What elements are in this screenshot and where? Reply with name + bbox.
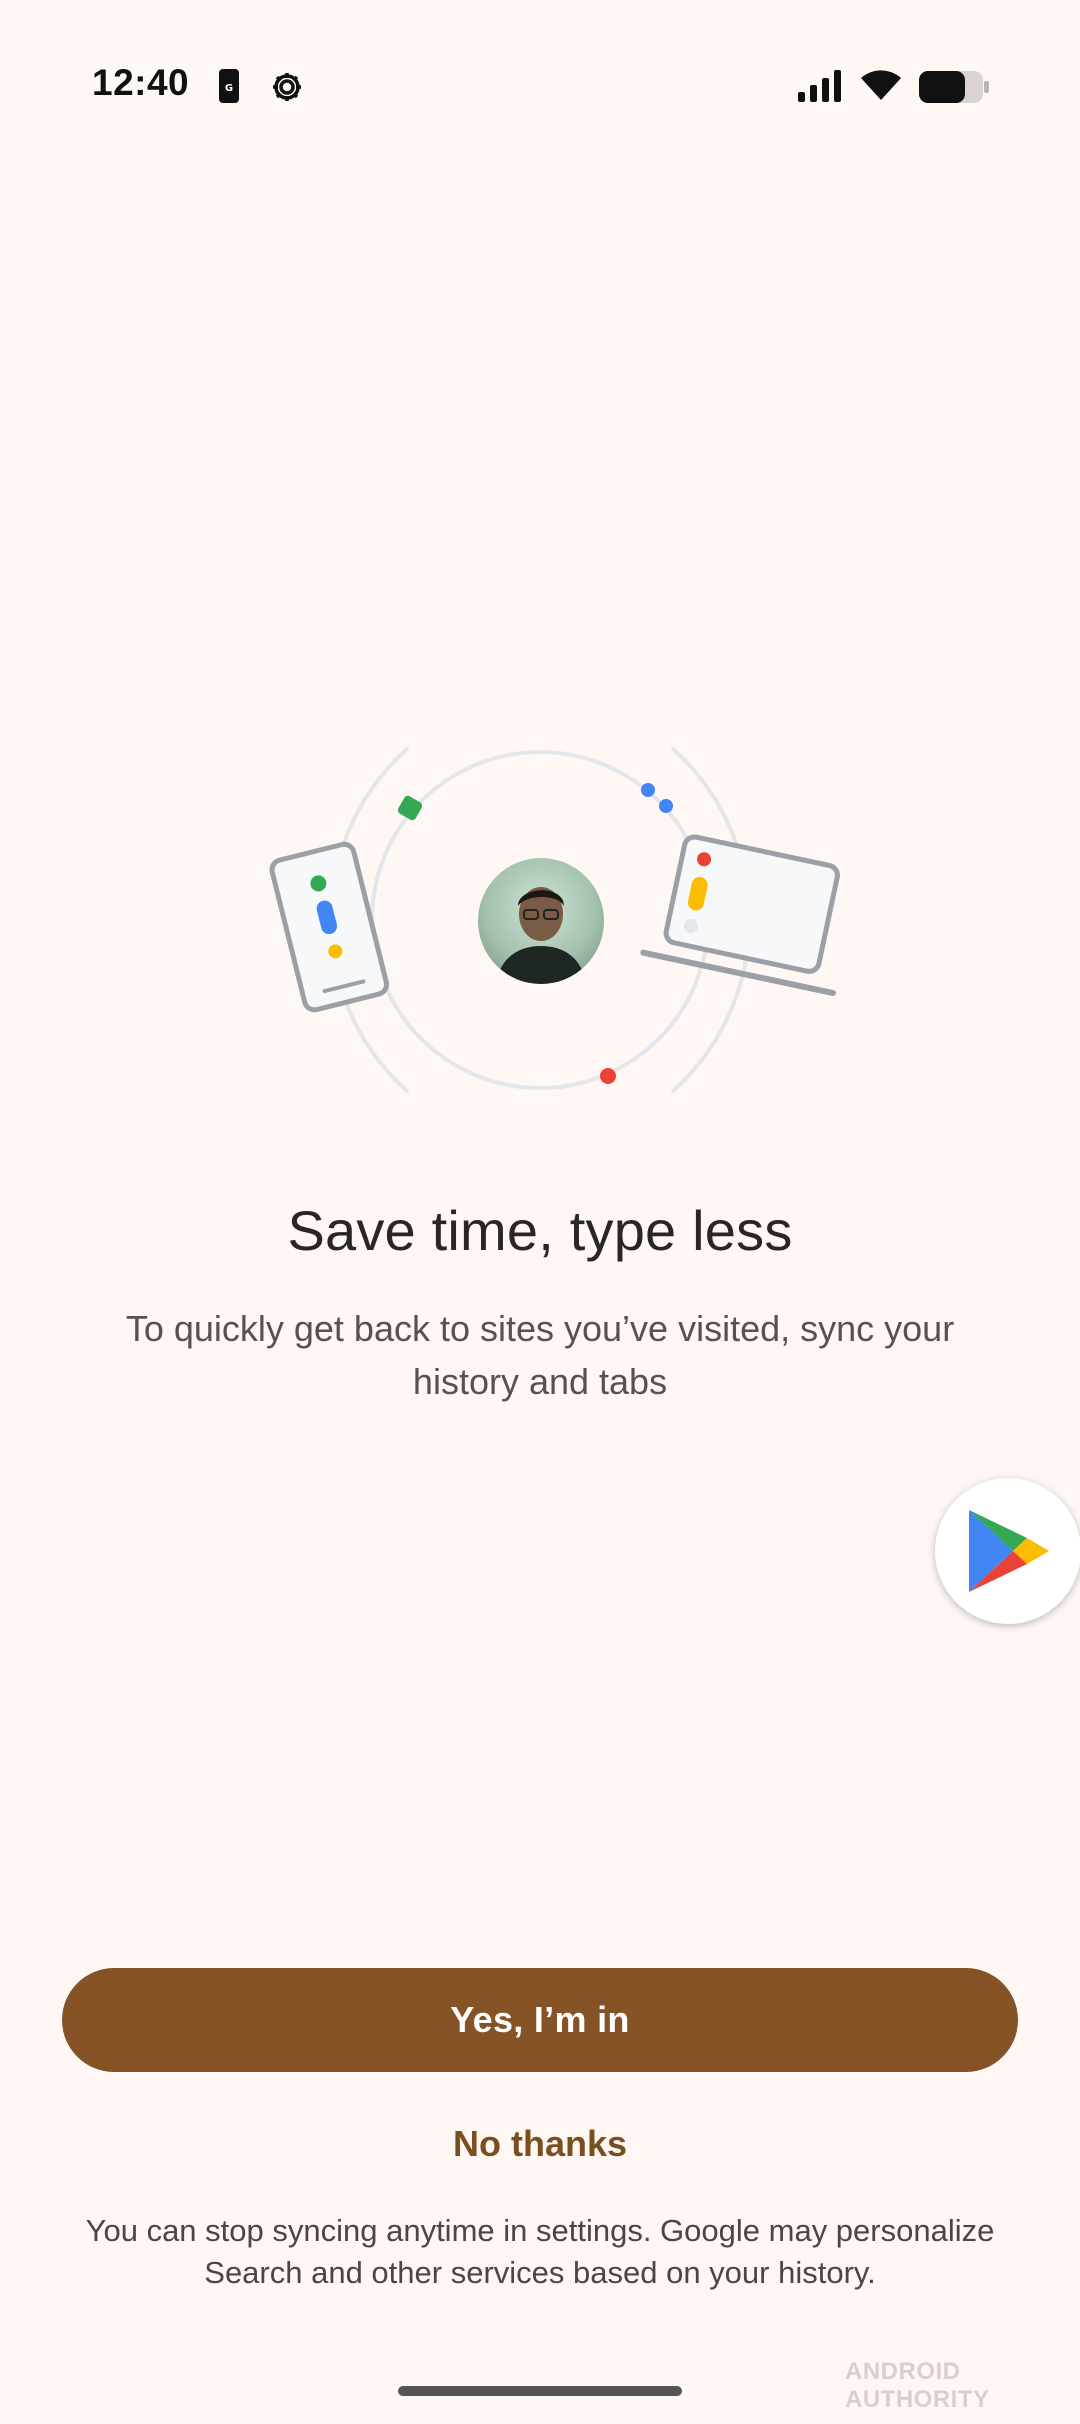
blue-dot-2 <box>659 799 673 813</box>
profile-avatar <box>478 858 604 984</box>
green-dot <box>397 795 423 821</box>
yes-im-in-button[interactable]: Yes, I’m in <box>62 1968 1018 2072</box>
wifi-icon <box>861 70 901 100</box>
no-thanks-button[interactable]: No thanks <box>340 2112 740 2176</box>
home-indicator[interactable] <box>398 2386 682 2396</box>
play-store-bubble[interactable] <box>935 1478 1080 1624</box>
g-note-icon: G <box>219 69 239 103</box>
sync-disclaimer: You can stop syncing anytime in settings… <box>85 2213 995 2290</box>
description-text: To quickly get back to sites you’ve visi… <box>125 1308 955 1402</box>
red-dot <box>600 1068 616 1084</box>
svg-text:G: G <box>225 83 233 94</box>
phone-icon <box>269 841 390 1013</box>
status-bar: 12:40 G <box>0 0 1080 180</box>
play-store-icon <box>969 1510 1049 1592</box>
page-title: Save time, type less <box>287 1199 793 1262</box>
gear-icon <box>273 73 301 101</box>
status-time: 12:40 <box>92 62 190 103</box>
signal-icon <box>798 70 841 102</box>
laptop-icon <box>640 834 840 997</box>
watermark: ANDROID AUTHORITY <box>845 2358 990 2413</box>
blue-dot-1 <box>641 783 655 797</box>
battery-icon <box>919 71 989 103</box>
